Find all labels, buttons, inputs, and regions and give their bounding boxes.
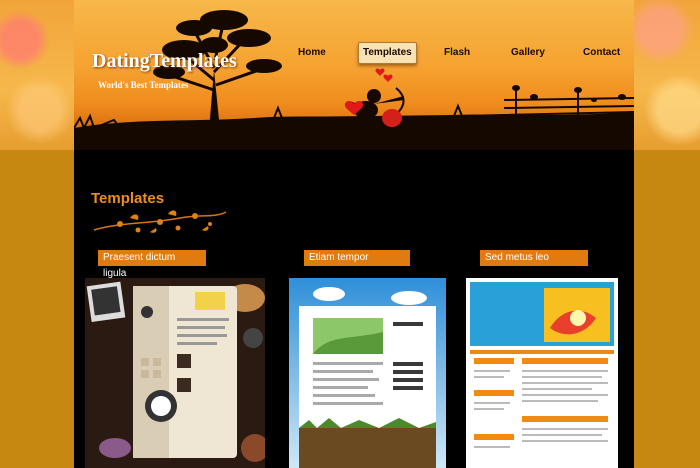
nav-item-home[interactable]: Home	[294, 44, 330, 62]
nav-item-contact[interactable]: Contact	[579, 44, 624, 62]
nav-item-templates[interactable]: Templates	[358, 42, 417, 64]
template-preview-image	[466, 278, 618, 468]
site-logo[interactable]: DatingTemplates	[92, 50, 237, 73]
template-label-2[interactable]: Etiam tempor	[304, 250, 410, 266]
template-label-3[interactable]: Sed metus leo	[480, 250, 588, 266]
nav-item-gallery[interactable]: Gallery	[507, 44, 549, 62]
nav-item-flash[interactable]: Flash	[440, 44, 474, 62]
template-label-1[interactable]: Praesent dictum ligula	[98, 250, 206, 279]
template-preview-image	[85, 278, 265, 468]
template-preview-image	[289, 278, 446, 468]
site-tagline: World's Best Templates	[98, 80, 189, 90]
template-thumbnail-2[interactable]	[289, 278, 446, 468]
sunset-silhouette-illustration	[74, 10, 634, 150]
floral-ornament-icon	[93, 210, 227, 233]
template-thumbnail-3[interactable]	[466, 278, 618, 468]
page-container: DatingTemplates World's Best Templates H…	[74, 0, 634, 468]
template-thumbnail-1[interactable]	[85, 278, 265, 468]
header-banner: DatingTemplates World's Best Templates H…	[74, 0, 634, 150]
